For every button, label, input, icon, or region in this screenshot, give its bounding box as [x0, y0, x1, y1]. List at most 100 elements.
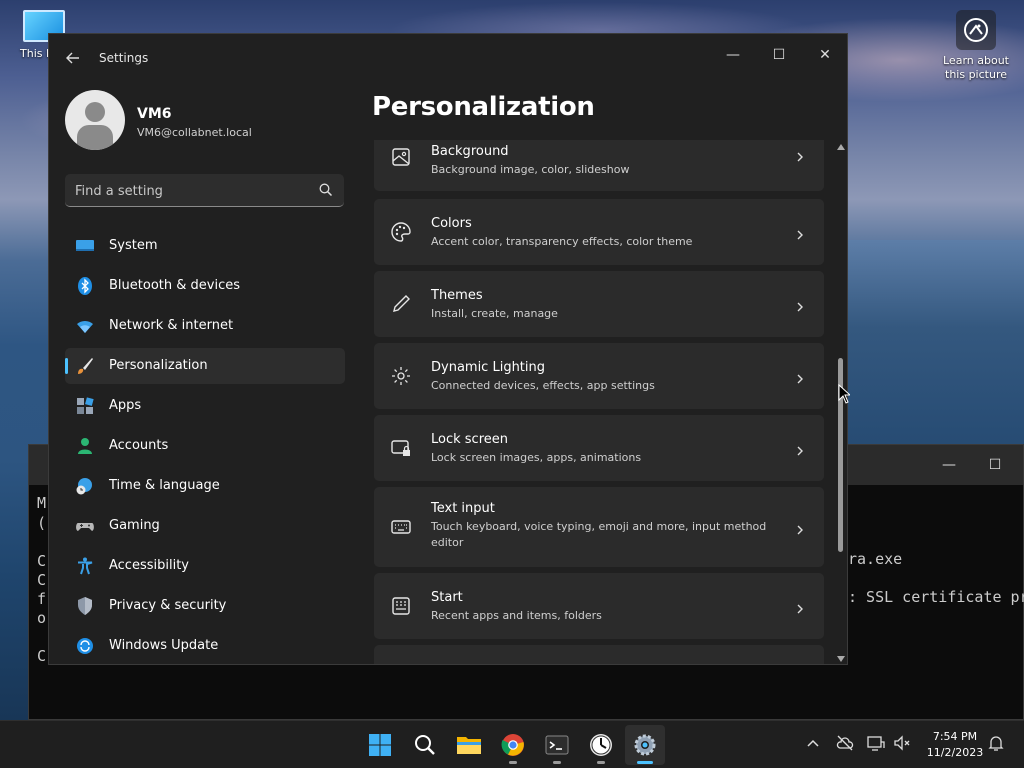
- settings-card-lock-screen[interactable]: Lock screen Lock screen images, apps, ani…: [374, 415, 824, 481]
- scroll-up-icon[interactable]: [837, 144, 845, 150]
- terminal-minimize-icon[interactable]: —: [941, 457, 957, 473]
- search-box[interactable]: [65, 174, 344, 207]
- gaming-icon: [75, 516, 95, 536]
- learn-about-picture[interactable]: Learn about this picture: [936, 10, 1016, 82]
- brush-icon: [75, 356, 95, 376]
- running-indicator: [597, 761, 605, 764]
- back-arrow-icon[interactable]: [63, 48, 83, 68]
- sidebar-item-label: Accounts: [109, 438, 169, 453]
- sidebar-item-label: Gaming: [109, 518, 160, 533]
- sidebar-item-accounts[interactable]: Accounts: [65, 428, 345, 464]
- card-title: Text input: [431, 501, 495, 516]
- card-title: Colors: [431, 216, 472, 231]
- sidebar-item-time-language[interactable]: Time & language: [65, 468, 345, 504]
- sidebar-item-accessibility[interactable]: Accessibility: [65, 548, 345, 584]
- settings-list: Background Background image, color, slide…: [374, 140, 824, 664]
- search-icon: [413, 733, 437, 757]
- pen-icon: [390, 293, 412, 315]
- card-subtitle: Background image, color, slideshow: [431, 163, 630, 176]
- sidebar-item-gaming[interactable]: Gaming: [65, 508, 345, 544]
- chevron-right-icon: [794, 600, 806, 614]
- settings-card-themes[interactable]: Themes Install, create, manage: [374, 271, 824, 337]
- search-input[interactable]: [75, 181, 305, 201]
- settings-card-start[interactable]: Start Recent apps and items, folders: [374, 573, 824, 639]
- shield-icon: [75, 596, 95, 616]
- chevron-right-icon: [794, 298, 806, 312]
- close-button[interactable]: ✕: [802, 40, 847, 70]
- taskbar-file-explorer-button[interactable]: [449, 725, 489, 765]
- cloud-icon[interactable]: [835, 733, 855, 753]
- taskbar-terminal-button[interactable]: [537, 725, 577, 765]
- settings-card-taskbar[interactable]: Taskbar: [374, 645, 824, 664]
- bluetooth-icon: [75, 276, 95, 296]
- settings-card-dynamic-lighting[interactable]: Dynamic Lighting Connected devices, effec…: [374, 343, 824, 409]
- sidebar-nav: System Bluetooth & devices Network & inter…: [65, 228, 345, 664]
- user-email: VM6@collabnet.local: [137, 126, 252, 139]
- sidebar-item-privacy-security[interactable]: Privacy & security: [65, 588, 345, 624]
- sidebar-item-label: Personalization: [109, 358, 208, 373]
- card-subtitle: Lock screen images, apps, animations: [431, 451, 642, 464]
- learn-about-picture-label: Learn about this picture: [943, 54, 1009, 81]
- file-explorer-icon: [456, 733, 482, 757]
- terminal-icon: [545, 733, 569, 757]
- system-clock[interactable]: 7:54 PM 11/2/2023: [920, 729, 990, 761]
- network-tray-icon[interactable]: [866, 733, 886, 753]
- terminal-line: C: [37, 647, 47, 665]
- notification-bell-icon[interactable]: [986, 733, 1006, 753]
- card-title: Lock screen: [431, 432, 508, 447]
- card-subtitle: Accent color, transparency effects, colo…: [431, 235, 693, 248]
- taskbar-search-button[interactable]: [405, 725, 445, 765]
- sidebar-item-label: Bluetooth & devices: [109, 278, 240, 293]
- system-icon: [75, 236, 95, 256]
- card-subtitle: Connected devices, effects, app settings: [431, 379, 655, 392]
- taskbar-settings-button[interactable]: [625, 725, 665, 765]
- settings-card-text-input[interactable]: Text input Touch keyboard, voice typing, …: [374, 487, 824, 567]
- user-name: VM6: [137, 106, 172, 122]
- app-title: Settings: [99, 51, 149, 65]
- sidebar-item-bluetooth-devices[interactable]: Bluetooth & devices: [65, 268, 345, 304]
- card-title: Dynamic Lighting: [431, 360, 546, 375]
- terminal-line: f: [37, 590, 47, 608]
- taskbar-clock-app-button[interactable]: [581, 725, 621, 765]
- settings-card-background[interactable]: Background Background image, color, slide…: [374, 140, 824, 191]
- sidebar-item-label: Accessibility: [109, 558, 189, 573]
- wallpaper-mountain: [846, 240, 1024, 460]
- card-subtitle: Touch keyboard, voice typing, emoji and …: [431, 520, 767, 549]
- lighting-icon: [390, 365, 412, 387]
- minimize-button[interactable]: —: [710, 40, 756, 70]
- start-icon: [368, 733, 392, 757]
- terminal-line: M: [37, 494, 47, 512]
- sidebar-item-personalization[interactable]: Personalization: [65, 348, 345, 384]
- taskbar-start-button[interactable]: [360, 725, 400, 765]
- chrome-icon: [501, 733, 525, 757]
- sidebar-item-label: Apps: [109, 398, 142, 413]
- start-icon: [390, 595, 412, 617]
- mouse-cursor-icon: [838, 384, 850, 404]
- sidebar-item-apps[interactable]: Apps: [65, 388, 345, 424]
- avatar: [65, 90, 125, 150]
- sidebar-item-network-internet[interactable]: Network & internet: [65, 308, 345, 344]
- maximize-button[interactable]: ☐: [756, 40, 802, 70]
- terminal-maximize-icon[interactable]: ☐: [987, 457, 1003, 473]
- chevron-right-icon: [794, 442, 806, 456]
- card-title: Start: [431, 590, 463, 605]
- settings-window: Settings — ☐ ✕ VM6 VM6@collabnet.local S…: [48, 33, 848, 665]
- chevron-up-icon[interactable]: [803, 733, 823, 753]
- accounts-icon: [75, 436, 95, 456]
- image-icon: [390, 146, 412, 168]
- chevron-right-icon: [794, 148, 806, 162]
- sidebar-item-system[interactable]: System: [65, 228, 345, 264]
- accessibility-icon: [75, 556, 95, 576]
- clock-date: 11/2/2023: [926, 746, 984, 759]
- chevron-right-icon: [794, 226, 806, 240]
- scroll-down-icon[interactable]: [837, 656, 845, 662]
- taskbar-chrome-button[interactable]: [493, 725, 533, 765]
- settings-card-colors[interactable]: Colors Accent color, transparency effects…: [374, 199, 824, 265]
- volume-muted-icon[interactable]: [892, 733, 912, 753]
- sidebar-item-windows-update[interactable]: Windows Update: [65, 628, 345, 664]
- search-icon[interactable]: [318, 182, 334, 198]
- settings-icon: [633, 733, 657, 757]
- chevron-right-icon: [794, 370, 806, 384]
- sidebar-item-label: Time & language: [109, 478, 220, 493]
- keyboard-icon: [390, 516, 412, 538]
